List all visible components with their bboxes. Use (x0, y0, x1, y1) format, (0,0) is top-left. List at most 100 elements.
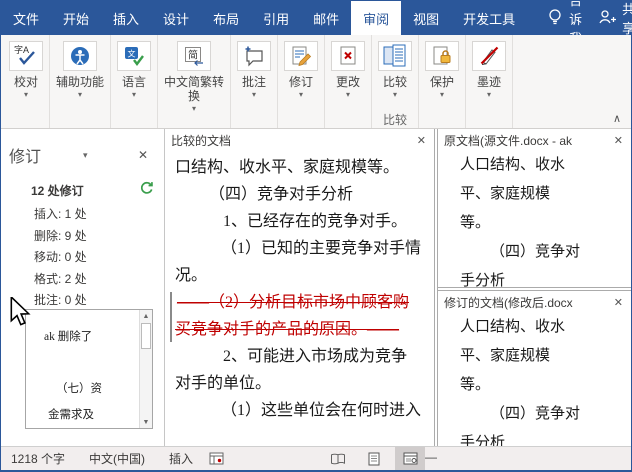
ribbon-group-tracking: 修订 ▾ (278, 35, 325, 128)
revision-preview-box[interactable]: ak 删除了 （七）资 金需求及 ▲ ▼ (25, 309, 153, 429)
share-label: 共享 (622, 0, 632, 37)
tell-me-button[interactable]: 告诉我 (541, 1, 588, 35)
tab-review[interactable]: 审阅 (351, 1, 401, 35)
ink-button[interactable]: 墨迹 ▾ (472, 41, 506, 99)
main-area: 修订 ▾ ✕ 12 处修订 插入: 1 处 删除: 9 处 移动: 0 处 格式… (1, 129, 631, 446)
ribbon-group-protect: 保护 ▾ (419, 35, 466, 128)
tab-developer[interactable]: 开发工具 (451, 1, 527, 35)
moves-count: 移动: 0 处 (34, 247, 164, 269)
view-switcher (323, 447, 425, 470)
document-line: （四）竞争对 (460, 238, 629, 267)
chevron-down-icon: ▾ (132, 90, 136, 99)
original-document-body[interactable]: 人口结构、收水 平、家庭规模 等。 （四）竞争对 手分析 (438, 149, 631, 287)
document-line: 等。 (460, 371, 629, 400)
insert-mode-status[interactable]: 插入 (169, 450, 193, 467)
document-line: 手分析 (460, 267, 629, 287)
word-count[interactable]: 1218 个字 (11, 450, 65, 467)
macro-record-icon[interactable] (209, 452, 224, 465)
changes-label: 更改 (336, 75, 360, 89)
track-changes-button[interactable]: 修订 ▾ (284, 41, 318, 99)
protect-button[interactable]: 保护 ▾ (425, 41, 459, 99)
refresh-icon[interactable] (139, 181, 154, 199)
protect-label: 保护 (430, 75, 454, 89)
revisions-pane-title: 修订 (9, 143, 41, 167)
tab-view[interactable]: 视图 (401, 1, 451, 35)
ribbon-group-compare: 比较 ▾ 比较 (372, 35, 419, 128)
document-line: 等。 (460, 209, 629, 238)
document-line: 况。 (175, 262, 430, 289)
language-status[interactable]: 中文(中国) (89, 450, 145, 467)
original-document-close-icon[interactable]: ✕ (614, 134, 623, 147)
tab-file[interactable]: 文件 (1, 1, 51, 35)
accessibility-button[interactable]: 辅助功能 ▾ (56, 41, 104, 99)
chevron-down-icon: ▾ (299, 90, 303, 99)
revision-preview-text: 金需求及 (48, 406, 94, 422)
scroll-up-icon[interactable]: ▲ (140, 312, 152, 320)
chinese-conversion-label: 中文简繁转换 (164, 75, 224, 103)
deletions-count: 删除: 9 处 (34, 226, 164, 248)
changes-icon (331, 41, 365, 71)
tab-design[interactable]: 设计 (151, 1, 201, 35)
revision-count-summary[interactable]: 12 处修订 (31, 182, 84, 199)
language-button[interactable]: 文 语言 ▾ (117, 41, 151, 99)
revisions-pane-menu-icon[interactable]: ▾ (83, 150, 88, 161)
svg-text:文: 文 (128, 49, 136, 59)
document-line: 人口结构、收水 (460, 313, 629, 342)
chevron-down-icon: ▾ (393, 90, 397, 99)
zoom-out-button[interactable]: — (425, 450, 437, 464)
deleted-text-line: ——（2）分析目标市场中顾客购 (175, 289, 430, 316)
document-line: 2、可能进入市场成为竞争 (175, 343, 430, 370)
svg-text:字A: 字A (14, 44, 29, 55)
track-changes-icon (284, 41, 318, 71)
revised-document-body[interactable]: 人口结构、收水 平、家庭规模 等。 （四）竞争对 手分析 (438, 311, 631, 446)
compared-document-body[interactable]: 口结构、收水平、家庭规模等。 （四）竞争对手分析 1、已经存在的竞争对手。 （1… (165, 149, 434, 446)
tab-references[interactable]: 引用 (251, 1, 301, 35)
compare-label: 比较 (383, 75, 407, 89)
accessibility-icon (63, 41, 97, 71)
tab-insert[interactable]: 插入 (101, 1, 151, 35)
chevron-down-icon: ▾ (440, 90, 444, 99)
compare-icon (378, 41, 412, 71)
compared-document-title: 比较的文档 (171, 132, 231, 149)
ribbon-group-ink: 墨迹 ▾ (466, 35, 513, 128)
read-mode-button[interactable] (323, 447, 353, 470)
compare-button[interactable]: 比较 ▾ (378, 41, 412, 99)
document-line: （1）已知的主要竞争对手情 (175, 235, 430, 262)
ink-label: 墨迹 (477, 75, 501, 89)
scroll-down-icon[interactable]: ▼ (140, 418, 152, 426)
formatting-count: 格式: 2 处 (34, 269, 164, 291)
comments-button[interactable]: 批注 ▾ (237, 41, 271, 99)
track-changes-label: 修订 (289, 75, 313, 89)
tab-layout[interactable]: 布局 (201, 1, 251, 35)
proofing-button[interactable]: 字A 校对 ▾ (9, 41, 43, 99)
web-layout-button[interactable] (395, 447, 425, 470)
document-line: 平、家庭规模 (460, 180, 629, 209)
print-layout-button[interactable] (359, 447, 389, 470)
language-icon: 文 (117, 41, 151, 71)
proofing-label: 校对 (14, 75, 38, 89)
document-line: 对手的单位。 (175, 370, 430, 397)
document-line: 口结构、收水平、家庭规模等。 (175, 154, 430, 181)
chevron-down-icon: ▾ (24, 90, 28, 99)
chevron-down-icon: ▾ (78, 90, 82, 99)
changes-button[interactable]: 更改 ▾ (331, 41, 365, 99)
compare-group-caption: 比较 (383, 112, 407, 128)
language-label: 语言 (122, 75, 146, 89)
svg-text:简: 简 (188, 49, 198, 62)
tab-home[interactable]: 开始 (51, 1, 101, 35)
ink-icon (472, 41, 506, 71)
revisions-pane-close-icon[interactable]: ✕ (138, 148, 148, 162)
protect-icon (425, 41, 459, 71)
compared-document-close-icon[interactable]: ✕ (417, 134, 426, 147)
preview-scrollbar[interactable]: ▲ ▼ (139, 310, 152, 428)
revised-document-close-icon[interactable]: ✕ (614, 296, 623, 309)
collapse-ribbon-button[interactable]: ∧ (613, 112, 621, 125)
revision-author-action: ak 删除了 (44, 328, 92, 344)
document-line: （1）这些单位会在何时进入 (175, 397, 430, 424)
document-line: 人口结构、收水 (460, 151, 629, 180)
scrollbar-thumb[interactable] (141, 323, 151, 349)
chinese-conversion-button[interactable]: 简 中文简繁转换 ▾ (164, 41, 224, 113)
deleted-text-line: 买竞争对手的产品的原因。—— (175, 316, 430, 343)
share-button[interactable]: 共享 (588, 1, 632, 35)
tab-mailings[interactable]: 邮件 (301, 1, 351, 35)
